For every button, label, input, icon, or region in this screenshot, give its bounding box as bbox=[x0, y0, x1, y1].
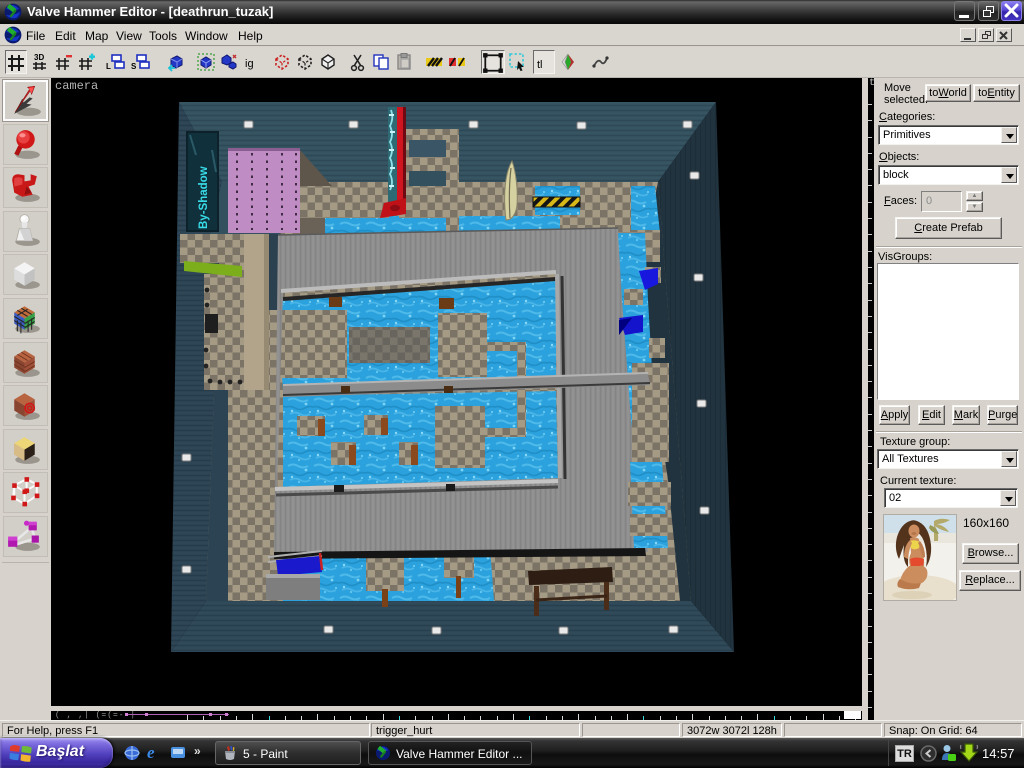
svg-text:tl: tl bbox=[537, 59, 543, 71]
svg-text:L: L bbox=[106, 62, 111, 71]
svg-text:ig: ig bbox=[245, 58, 254, 70]
svg-text:S: S bbox=[131, 62, 137, 71]
svg-text:3D: 3D bbox=[34, 53, 44, 62]
svg-text:By-Shadow: By-Shadow bbox=[198, 166, 210, 229]
